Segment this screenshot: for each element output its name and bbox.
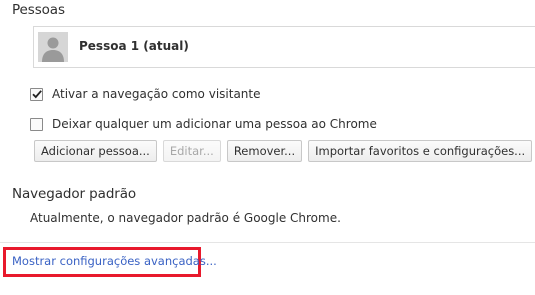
anyone-add-person-label: Deixar qualquer um adicionar uma pessoa …	[52, 117, 377, 131]
edit-person-button[interactable]: Editar...	[162, 140, 221, 162]
anyone-add-person-checkbox[interactable]	[30, 117, 43, 131]
profile-row[interactable]: Pessoa 1 (atual)	[34, 27, 535, 67]
people-buttons: Adicionar pessoa... Editar... Remover...…	[34, 140, 533, 162]
default-browser-section-title: Navegador padrão	[12, 186, 137, 202]
guest-browsing-label: Ativar a navegação como visitante	[52, 87, 261, 101]
profile-name: Pessoa 1 (atual)	[79, 39, 189, 53]
anyone-add-person-option[interactable]: Deixar qualquer um adicionar uma pessoa …	[30, 116, 377, 132]
add-person-button[interactable]: Adicionar pessoa...	[34, 140, 157, 162]
people-list: Pessoa 1 (atual)	[33, 26, 535, 68]
default-browser-status: Atualmente, o navegador padrão é Google …	[30, 211, 341, 225]
guest-browsing-option[interactable]: Ativar a navegação como visitante	[30, 86, 261, 102]
import-bookmarks-button[interactable]: Importar favoritos e configurações...	[308, 140, 533, 162]
checkmark-icon	[32, 89, 42, 98]
divider	[0, 242, 535, 243]
guest-browsing-checkbox[interactable]	[30, 87, 43, 101]
show-advanced-settings-link[interactable]: Mostrar configurações avançadas...	[12, 254, 217, 268]
user-avatar-icon	[38, 32, 68, 62]
people-section-title: Pessoas	[12, 2, 65, 18]
remove-person-button[interactable]: Remover...	[226, 140, 303, 162]
